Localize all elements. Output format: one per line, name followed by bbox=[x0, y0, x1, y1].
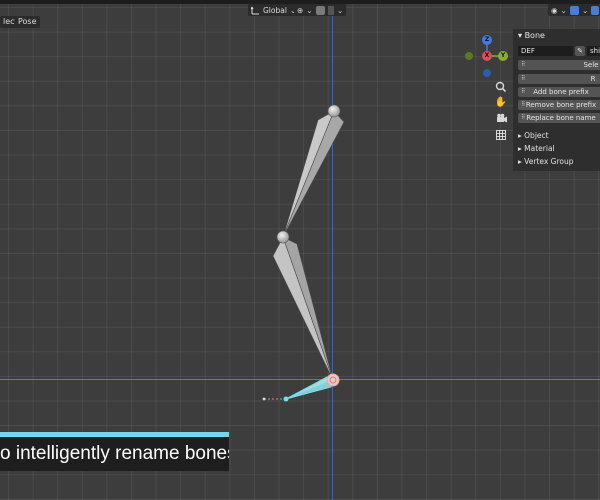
chevron-down-icon: ⌄ bbox=[306, 5, 313, 15]
viewport-header: lect Pose Global ⌄ ⊕ ⌄ ⌄ ◉ ⌄ ⌄ bbox=[0, 0, 600, 29]
camera-icon[interactable] bbox=[493, 111, 509, 127]
eye-icon: ◉ bbox=[551, 5, 558, 15]
replace-bone-name-label: Replace bone name bbox=[526, 114, 596, 122]
gizmo-neg-y-axis[interactable] bbox=[465, 52, 473, 60]
pose-menu[interactable]: Pose bbox=[15, 16, 40, 28]
overlay-icon bbox=[591, 5, 599, 15]
bone-name-input[interactable]: shin bbox=[587, 46, 600, 56]
gizmo-y-axis[interactable]: Y bbox=[498, 51, 508, 61]
prefix-input[interactable]: DEF bbox=[518, 46, 573, 56]
gizmo-z-axis[interactable]: Z bbox=[482, 35, 492, 45]
snap-icon: ⊕ bbox=[297, 5, 304, 15]
subpanel-vertex-group[interactable]: ▸ Vertex Group bbox=[518, 156, 573, 168]
bone-panel-title: Bone bbox=[524, 31, 545, 40]
grip-icon: ⠿ bbox=[521, 114, 526, 121]
chevron-down-icon: ⌄ bbox=[337, 5, 344, 15]
navigation-gizmo[interactable]: Z Y X bbox=[462, 32, 512, 82]
subpanel-object[interactable]: ▸ Object bbox=[518, 130, 549, 142]
gizmo-neg-z-axis[interactable] bbox=[483, 69, 491, 77]
chevron-down-icon: ▾ bbox=[518, 31, 523, 40]
grip-icon: ⠿ bbox=[521, 101, 526, 108]
caption-text: o intelligently rename bones bbox=[0, 437, 229, 471]
joint-hip bbox=[327, 104, 341, 118]
grip-icon: ⠿ bbox=[521, 75, 526, 82]
subpanel-material-label: Material bbox=[524, 144, 555, 153]
gizmo-toggle[interactable]: ⌄ bbox=[567, 4, 592, 16]
orientation-icon bbox=[251, 6, 259, 14]
bone-name-row: DEF ✎ shin bbox=[518, 46, 600, 56]
bone-panel-header[interactable]: ▾ Bone bbox=[513, 29, 600, 43]
orientation-label: Global bbox=[263, 5, 287, 15]
chevron-right-icon: ▸ bbox=[518, 157, 522, 166]
grid-icon[interactable] bbox=[493, 127, 509, 143]
chevron-right-icon: ▸ bbox=[518, 144, 522, 153]
transform-orientation-dropdown[interactable]: Global ⌄ bbox=[248, 4, 300, 16]
bone-shin[interactable] bbox=[272, 236, 334, 381]
subpanel-object-label: Object bbox=[524, 131, 549, 140]
subpanel-material[interactable]: ▸ Material bbox=[518, 143, 555, 155]
magnet-icon bbox=[316, 5, 325, 15]
chevron-down-icon: ⌄ bbox=[560, 5, 567, 15]
grip-icon: ⠿ bbox=[521, 61, 526, 68]
gizmo-x-axis[interactable]: X bbox=[482, 51, 492, 61]
eyedropper-icon[interactable]: ✎ bbox=[575, 46, 585, 56]
rename-button[interactable]: ⠿ R bbox=[518, 74, 600, 84]
rename-button-label: R bbox=[590, 75, 596, 83]
chevron-right-icon: ▸ bbox=[518, 131, 522, 140]
grip-icon: ⠿ bbox=[521, 88, 526, 95]
zoom-icon[interactable] bbox=[493, 79, 509, 95]
subpanel-vertex-group-label: Vertex Group bbox=[524, 157, 574, 166]
hand-icon[interactable]: ✋ bbox=[493, 95, 509, 111]
joint-ankle bbox=[326, 373, 340, 387]
bone-foot-selected[interactable] bbox=[262, 376, 335, 402]
remove-bone-prefix-button[interactable]: ⠿ Remove bone prefix bbox=[518, 100, 600, 110]
joint-knee bbox=[276, 230, 290, 244]
chevron-down-icon: ⌄ bbox=[582, 5, 589, 15]
replace-bone-name-button[interactable]: ⠿ Replace bone name bbox=[518, 113, 600, 123]
overlay-toggle[interactable] bbox=[590, 4, 600, 16]
snap-target-icon bbox=[328, 5, 334, 15]
sidebar-panel: ▾ Bone DEF ✎ shin ⠿ Sele ⠿ R ⠿ Add bone … bbox=[513, 29, 600, 171]
bone-thigh[interactable] bbox=[282, 110, 345, 238]
select-button-label: Sele bbox=[583, 61, 599, 69]
remove-bone-prefix-label: Remove bone prefix bbox=[525, 101, 597, 109]
select-button[interactable]: ⠿ Sele bbox=[518, 60, 600, 70]
add-bone-prefix-button[interactable]: ⠿ Add bone prefix bbox=[518, 87, 600, 97]
snapping-toggle[interactable]: ⌄ bbox=[313, 4, 347, 16]
add-bone-prefix-label: Add bone prefix bbox=[533, 88, 589, 96]
gizmo-icon bbox=[570, 5, 579, 15]
